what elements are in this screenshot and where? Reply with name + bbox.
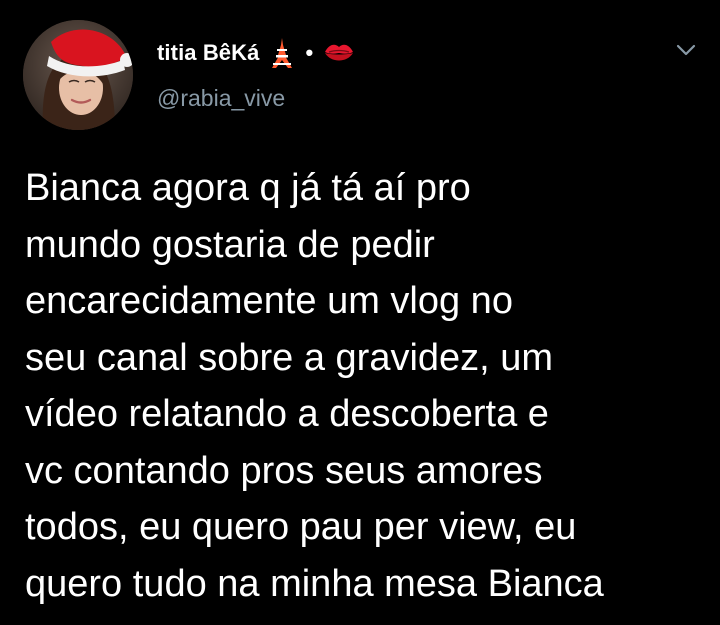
chevron-down-icon[interactable]	[670, 36, 702, 64]
tweet-text-line: todos, eu quero pau per view, eu	[25, 506, 577, 548]
tweet-text-line: Bianca agora q já tá aí pro	[25, 167, 471, 209]
tweet-text-line: quero tudo na minha mesa Bianca	[25, 562, 604, 605]
avatar-photo	[23, 20, 133, 130]
author-handle[interactable]: @rabia_vive	[157, 85, 285, 112]
separator-dot: •	[305, 40, 314, 65]
display-name[interactable]: titia BêKá	[157, 40, 259, 66]
tweet-text-line: encarecidamente um vlog no	[25, 280, 513, 322]
tweet: titia BêKá • @rabia_vive Bianca agora q …	[0, 0, 720, 625]
tweet-text-line: vc contando pros seus amores	[25, 449, 543, 492]
kiss-mark-icon	[323, 41, 355, 65]
tweet-text-line: mundo gostaria de pedir	[25, 223, 435, 266]
tweet-text-line: seu canal sobre a gravidez, um	[25, 336, 554, 379]
avatar[interactable]	[23, 20, 133, 130]
author-name-row[interactable]: titia BêKá •	[157, 36, 355, 70]
tokyo-tower-icon	[269, 37, 295, 69]
tweet-text: Bianca agora q já tá aí pro mundo gostar…	[25, 160, 705, 612]
tweet-text-line: vídeo relatando a descoberta e	[25, 393, 549, 435]
